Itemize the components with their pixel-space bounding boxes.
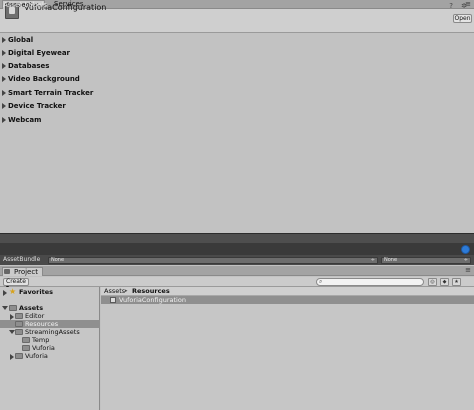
folder-icon bbox=[15, 329, 23, 335]
section-label: Smart Terrain Tracker bbox=[8, 89, 94, 97]
section-global[interactable]: Global bbox=[0, 34, 474, 46]
breadcrumb-assets[interactable]: Assets bbox=[104, 288, 125, 295]
expand-triangle-icon bbox=[2, 103, 6, 109]
dropdown-arrow-icon: ÷ bbox=[370, 257, 375, 263]
asset-labels-title: Asset Labels bbox=[3, 1, 47, 9]
open-button[interactable]: Open bbox=[453, 14, 472, 23]
tree-item-resources[interactable]: Resources bbox=[0, 320, 100, 328]
section-label: Global bbox=[8, 36, 34, 44]
tree-item-label: Favorites bbox=[19, 288, 53, 296]
expand-triangle-icon[interactable] bbox=[10, 354, 14, 360]
tree-item-label: Resources bbox=[25, 320, 59, 328]
filter-by-label-icon[interactable]: ◆ bbox=[440, 278, 449, 286]
collapse-triangle-icon[interactable] bbox=[2, 306, 8, 310]
create-button[interactable]: Create ▾ bbox=[3, 278, 29, 291]
expand-triangle-icon bbox=[2, 76, 6, 82]
tag-icon[interactable] bbox=[461, 245, 470, 254]
tree-item-streaming-assets[interactable]: StreamingAssets bbox=[0, 328, 100, 336]
tree-item-favorites[interactable]: ★ Favorites bbox=[0, 287, 100, 296]
tree-item-label: Vuforia bbox=[25, 352, 48, 360]
save-search-star-icon[interactable]: ★ bbox=[452, 278, 461, 286]
tree-item-label: Assets bbox=[19, 304, 44, 312]
project-menu-icon[interactable]: ≡ bbox=[465, 266, 472, 274]
search-icon: ⌕ bbox=[319, 278, 323, 285]
section-webcam[interactable]: Webcam bbox=[0, 114, 474, 126]
asset-bundle-value: None bbox=[51, 257, 65, 263]
section-device-tracker[interactable]: Device Tracker bbox=[0, 100, 474, 112]
expand-triangle-icon bbox=[2, 117, 6, 123]
section-label: Device Tracker bbox=[8, 102, 66, 110]
tree-item-temp[interactable]: Temp bbox=[0, 336, 100, 344]
folder-icon bbox=[9, 305, 17, 311]
expand-triangle-icon bbox=[2, 63, 6, 69]
expand-triangle-icon bbox=[2, 37, 6, 43]
expand-triangle-icon bbox=[2, 90, 6, 96]
section-label: Databases bbox=[8, 62, 50, 70]
project-content-pane bbox=[101, 287, 474, 410]
inspector-header bbox=[0, 9, 474, 33]
section-digital-eyewear[interactable]: Digital Eyewear bbox=[0, 47, 474, 59]
folder-icon bbox=[22, 337, 30, 343]
section-label: Webcam bbox=[8, 116, 42, 124]
folder-icon bbox=[15, 321, 23, 327]
scriptable-object-icon bbox=[110, 297, 116, 303]
star-icon: ★ bbox=[9, 287, 17, 296]
section-video-background[interactable]: Video Background bbox=[0, 73, 474, 85]
asset-labels-body bbox=[0, 243, 474, 255]
folder-icon bbox=[15, 353, 23, 359]
section-label: Video Background bbox=[8, 75, 80, 83]
dropdown-arrow-icon: ÷ bbox=[463, 257, 468, 263]
asset-variant-dropdown[interactable]: None ÷ bbox=[381, 257, 471, 264]
asset-bundle-dropdown[interactable]: None ÷ bbox=[48, 257, 378, 264]
project-search-input[interactable]: ⌕ bbox=[316, 278, 424, 286]
tree-item-label: Vuforia bbox=[32, 344, 55, 352]
expand-triangle-icon bbox=[2, 50, 6, 56]
folder-icon bbox=[22, 345, 30, 351]
tree-item-label: StreamingAssets bbox=[25, 328, 80, 336]
tab-project-label: Project bbox=[14, 268, 38, 276]
section-label: Digital Eyewear bbox=[8, 49, 71, 57]
tree-item-vuforia[interactable]: Vuforia bbox=[0, 352, 100, 360]
asset-variant-value: None bbox=[384, 257, 398, 263]
folder-icon bbox=[15, 313, 23, 319]
help-settings-icons[interactable]: ? ✲ bbox=[449, 2, 470, 10]
asset-labels-bar[interactable] bbox=[0, 233, 474, 243]
expand-triangle-icon[interactable] bbox=[3, 290, 7, 296]
asset-list-item-label: VuforiaConfiguration bbox=[119, 296, 186, 304]
tree-item-editor[interactable]: Editor bbox=[0, 312, 100, 320]
tree-item-vuforia-streaming[interactable]: Vuforia bbox=[0, 344, 100, 352]
section-smart-terrain-tracker[interactable]: Smart Terrain Tracker bbox=[0, 87, 474, 99]
tree-item-label: Temp bbox=[32, 336, 50, 344]
tree-item-assets[interactable]: Assets bbox=[0, 304, 100, 312]
project-tab-bar bbox=[0, 266, 474, 276]
project-folder-icon bbox=[4, 269, 10, 274]
section-databases[interactable]: Databases bbox=[0, 60, 474, 72]
asset-bundle-label: AssetBundle bbox=[3, 256, 41, 263]
filter-by-type-icon[interactable]: ◎ bbox=[428, 278, 437, 286]
tree-item-label: Editor bbox=[25, 312, 45, 320]
breadcrumb-separator-icon: ▸ bbox=[125, 288, 128, 294]
breadcrumb-resources[interactable]: Resources bbox=[132, 288, 170, 295]
